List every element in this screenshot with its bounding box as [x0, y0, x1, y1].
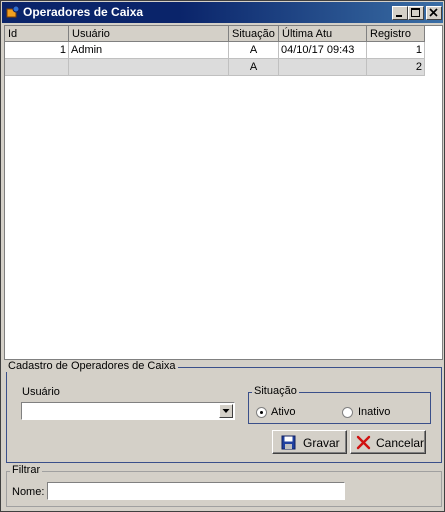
radio-ativo[interactable]: [256, 407, 267, 418]
cell-ultima-atu[interactable]: [279, 59, 367, 76]
filtrar-legend: Filtrar: [10, 464, 43, 476]
close-icon: [429, 8, 438, 17]
cancel-button[interactable]: Cancelar: [350, 430, 426, 454]
cell-situacao[interactable]: A: [229, 59, 279, 76]
cell-registro[interactable]: 1: [367, 42, 425, 59]
dropdown-button[interactable]: [219, 404, 233, 418]
operators-grid[interactable]: Id Usuário Situação Última Atu Registro …: [4, 25, 443, 360]
cell-ultima-atu[interactable]: 04/10/17 09:43: [279, 42, 367, 59]
radio-inativo-label[interactable]: Inativo: [358, 406, 390, 418]
column-header-situacao[interactable]: Situação: [229, 26, 279, 42]
cancel-x-icon: [356, 435, 371, 450]
cadastro-legend: Cadastro de Operadores de Caixa: [6, 360, 178, 372]
usuario-combobox[interactable]: [21, 402, 235, 420]
cell-usuario[interactable]: Admin: [69, 42, 229, 59]
column-header-usuario[interactable]: Usuário: [69, 26, 229, 42]
app-icon: [6, 5, 20, 18]
window: Operadores de Caixa Id Usuário Situação …: [0, 0, 445, 512]
column-header-registro[interactable]: Registro: [367, 26, 425, 42]
cell-id[interactable]: 1: [5, 42, 69, 59]
cell-registro[interactable]: 2: [367, 59, 425, 76]
cell-usuario[interactable]: [69, 59, 229, 76]
maximize-icon: [411, 8, 420, 17]
cell-situacao[interactable]: A: [229, 42, 279, 59]
radio-ativo-label[interactable]: Ativo: [271, 406, 295, 418]
column-header-id[interactable]: Id: [5, 26, 69, 42]
radio-inativo[interactable]: [342, 407, 353, 418]
cell-id[interactable]: [5, 59, 69, 76]
column-header-ultima-atu[interactable]: Última Atu: [279, 26, 367, 42]
title-bar: Operadores de Caixa: [2, 2, 443, 23]
chevron-down-icon: [222, 409, 230, 413]
nome-label: Nome:: [12, 486, 45, 498]
nome-input[interactable]: [47, 482, 345, 500]
save-button[interactable]: Gravar: [272, 430, 347, 454]
situacao-legend: Situação: [252, 385, 299, 397]
save-button-label: Gravar: [303, 436, 340, 450]
minimize-button[interactable]: [392, 6, 408, 20]
maximize-button[interactable]: [408, 6, 424, 20]
window-title: Operadores de Caixa: [23, 5, 144, 19]
close-button[interactable]: [426, 6, 442, 20]
cancel-button-label: Cancelar: [376, 436, 425, 450]
floppy-disk-icon: [281, 435, 296, 450]
radio-selected-dot: [260, 411, 263, 414]
usuario-label: Usuário: [22, 386, 60, 398]
minimize-icon: [396, 15, 402, 17]
